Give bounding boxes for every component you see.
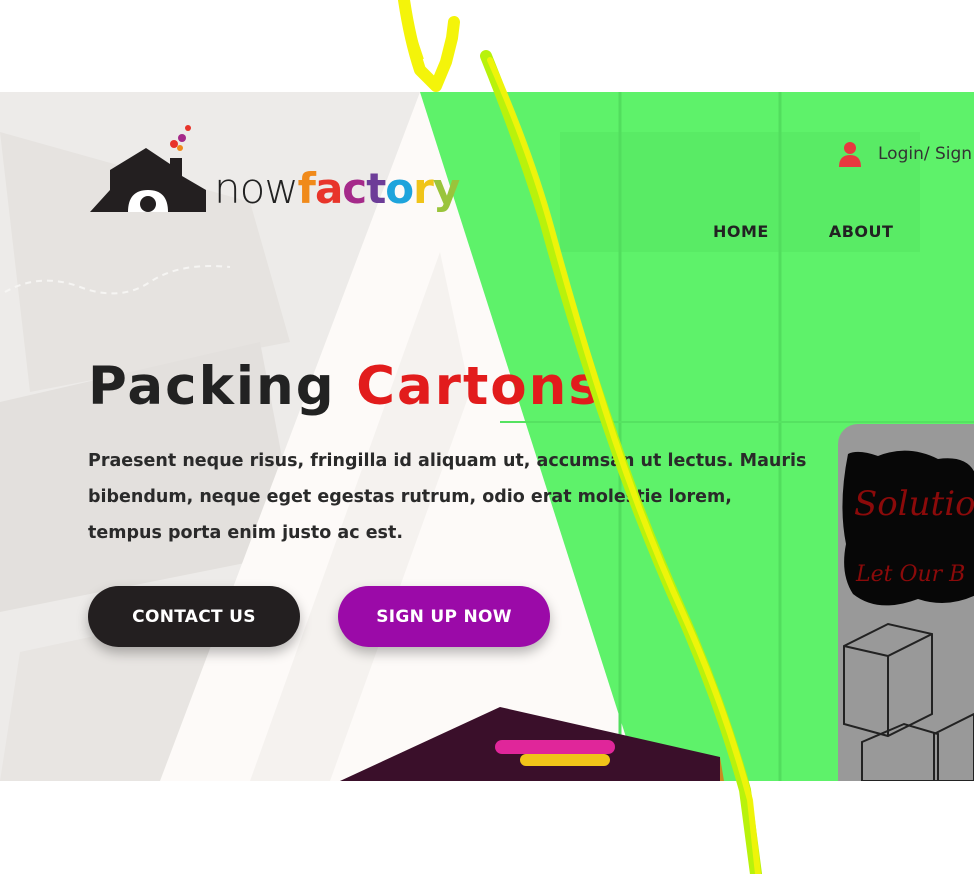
logo-word-factory: factory: [297, 164, 461, 213]
logo-letter: r: [413, 164, 434, 213]
side-card-illustration: [838, 424, 974, 781]
logo-letter: c: [342, 164, 367, 213]
main-nav: HOME ABOUT: [713, 222, 893, 241]
side-card-line1: Solutio: [854, 484, 974, 524]
sign-up-now-button[interactable]: SIGN UP NOW: [338, 586, 550, 647]
login-signup-link[interactable]: Login/ Sign: [838, 140, 972, 168]
hero-title-main: Packing: [88, 356, 336, 417]
logo-letter: f: [297, 164, 316, 213]
logo-word-now: now: [214, 164, 299, 213]
login-label: Login/ Sign: [878, 144, 973, 164]
side-card-line2: Let Our B: [856, 562, 966, 587]
hero-title-accent: Cartons: [356, 356, 602, 417]
contact-us-button[interactable]: CONTACT US: [88, 586, 300, 647]
logo-letter: a: [314, 164, 343, 213]
logo-letter: y: [432, 164, 460, 213]
site-logo[interactable]: nowfactory: [88, 120, 488, 220]
logo-letter: o: [385, 164, 414, 213]
logo-letter: t: [366, 164, 386, 213]
side-card-content: Solutio Let Our B: [838, 424, 974, 781]
logo-wordmark: nowfactory: [214, 168, 460, 210]
user-icon: [839, 142, 861, 167]
hero-title: Packing Cartons: [88, 356, 602, 417]
factory-house-icon: [90, 125, 206, 212]
nav-item-home[interactable]: HOME: [713, 222, 769, 241]
hero-description: Praesent neque risus, fringilla id aliqu…: [88, 451, 807, 543]
nav-item-about[interactable]: ABOUT: [829, 222, 894, 241]
